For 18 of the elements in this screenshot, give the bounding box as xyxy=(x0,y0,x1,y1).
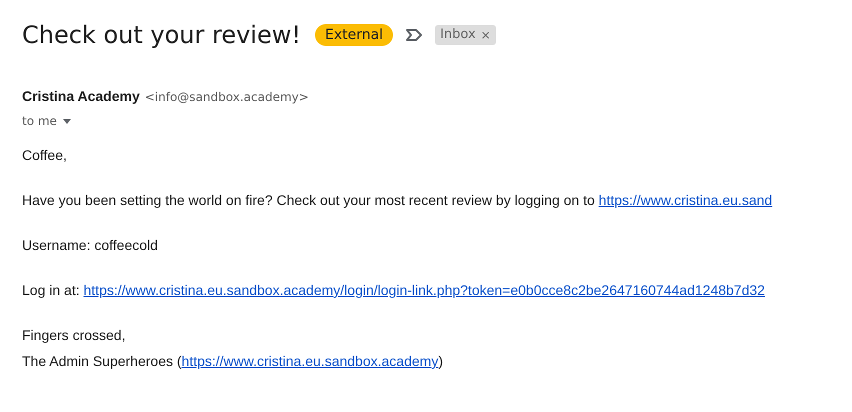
importance-marker-icon[interactable] xyxy=(405,28,424,42)
external-badge: External xyxy=(314,24,394,46)
label-text: Inbox xyxy=(440,26,476,44)
message-text: Have you been setting the world on fire? Check out your most recent review by logging on to https://www.cristina.eu.sand xyxy=(22,191,774,210)
caret-icon xyxy=(62,118,71,124)
link[interactable]: https://www.cristina.eu.sandbox.academy xyxy=(182,353,438,369)
message-text: Log in at: https://www.cristina.eu.sandbox.academy/login/login-link.php?token=e0b0cce8c2be2647160744ad1248b7d32 xyxy=(22,281,766,300)
message-text: Coffee, xyxy=(22,146,68,165)
link[interactable]: https://www.cristina.eu.sandbox.academy/login/login-link.php?token=e0b0cce8c2be2647160744ad1248b7d32 xyxy=(84,282,765,298)
remove-label-button[interactable]: × xyxy=(480,29,491,41)
sender-email: <info@sandbox.academy> xyxy=(144,89,309,106)
message-text: Username: coffeecold xyxy=(22,236,159,255)
message-text: Fingers crossed, xyxy=(22,326,126,345)
link[interactable]: https://www.cristina.eu.sand xyxy=(598,192,772,208)
email-subject: Check out your review! xyxy=(22,20,301,50)
recipient-dropdown[interactable]: to me xyxy=(22,112,71,130)
message-text: The Admin Superheroes (https://www.cristina.eu.sandbox.academy) xyxy=(22,352,444,371)
sender-name: Cristina Academy xyxy=(22,87,140,106)
